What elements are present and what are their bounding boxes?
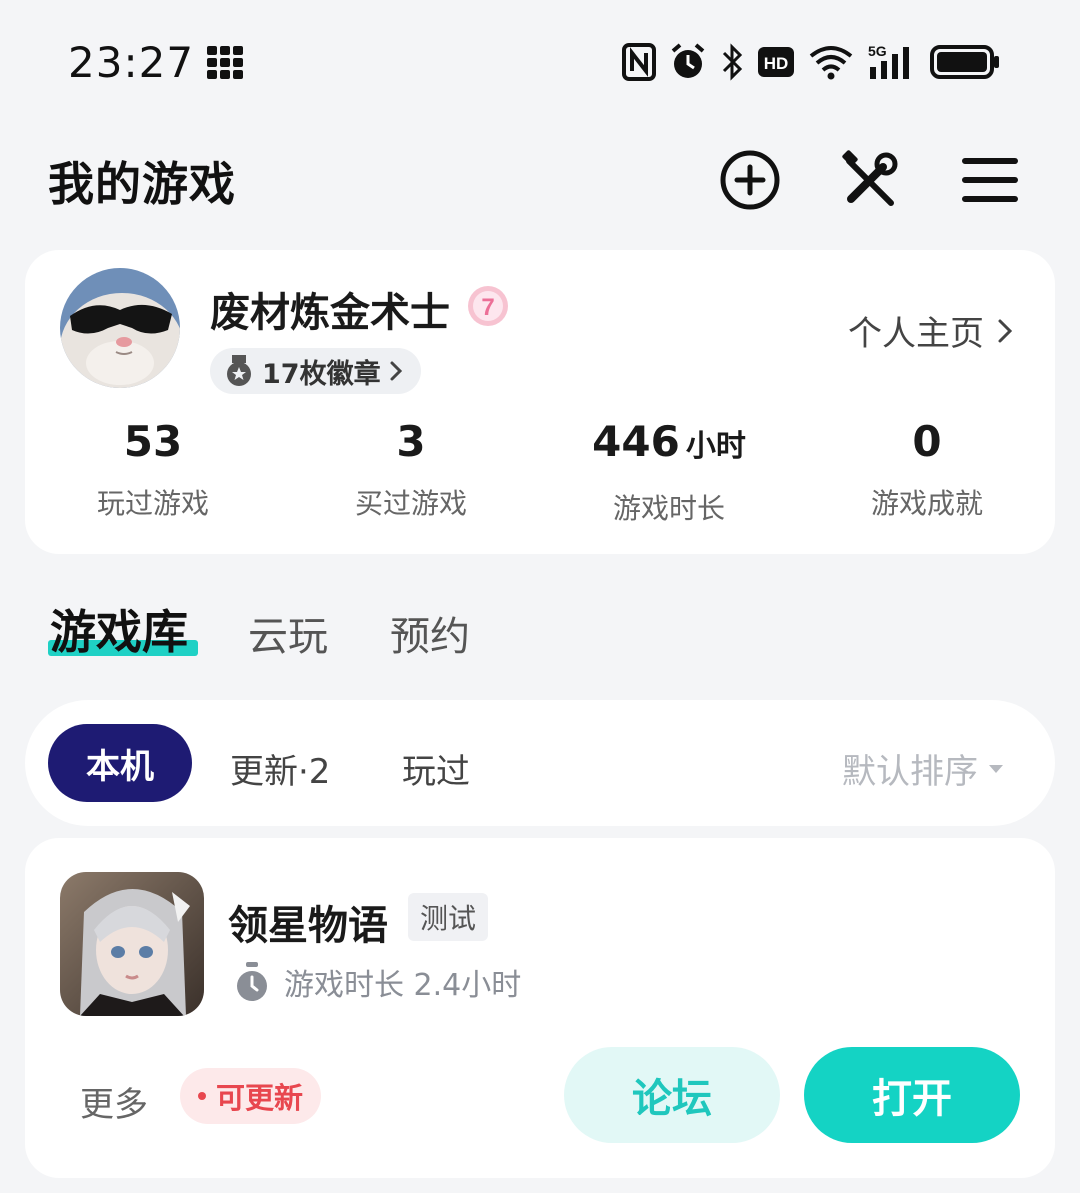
level-badge-icon: 7 <box>466 284 510 328</box>
homepage-link[interactable]: 个人主页 <box>848 306 1014 355</box>
stat-label: 买过游戏 <box>354 487 467 520</box>
wifi-icon <box>808 44 854 80</box>
apps-grid-icon <box>207 46 243 79</box>
stat-label: 玩过游戏 <box>96 487 209 520</box>
caret-down-icon <box>988 763 1004 775</box>
chevron-right-icon <box>389 360 403 382</box>
badges-count: 17枚徽章 <box>262 358 381 390</box>
more-button[interactable]: 更多 <box>80 1077 148 1126</box>
signal-5g-icon: 5G <box>868 43 916 81</box>
username: 废材炼金术士 <box>210 290 450 336</box>
filter-chip-played[interactable]: 玩过 <box>402 744 470 793</box>
stat-label: 游戏成就 <box>870 487 983 520</box>
svg-text:5G: 5G <box>868 43 887 59</box>
stat-achievements[interactable]: 0 游戏成就 <box>802 418 1052 522</box>
stat-value: 446 <box>592 417 680 466</box>
update-dot <box>198 1092 206 1100</box>
filter-chip-local[interactable]: 本机 <box>48 724 192 802</box>
sort-dropdown[interactable]: 默认排序 <box>842 744 1004 793</box>
battery-icon <box>930 45 1000 79</box>
tab-cloud-play[interactable]: 云玩 <box>248 604 328 662</box>
open-button[interactable]: 打开 <box>804 1047 1020 1143</box>
stat-value: 3 <box>396 417 426 466</box>
stat-value: 0 <box>912 417 942 466</box>
playtime-text: 游戏时长 2.4小时 <box>284 968 522 1003</box>
hd-icon: HD <box>758 47 794 77</box>
game-playtime: 游戏时长 2.4小时 <box>234 960 521 1004</box>
svg-text:HD: HD <box>764 54 789 73</box>
add-circle-icon[interactable] <box>718 148 782 212</box>
stat-unit: 小时 <box>685 429 746 464</box>
game-icon[interactable] <box>60 872 204 1016</box>
avatar[interactable] <box>60 268 180 388</box>
homepage-link-label: 个人主页 <box>848 314 984 354</box>
alarm-icon <box>670 43 706 81</box>
sort-label: 默认排序 <box>842 752 978 792</box>
tab-reservations[interactable]: 预约 <box>390 604 470 662</box>
stat-played[interactable]: 53 玩过游戏 <box>28 418 278 522</box>
page-title: 我的游戏 <box>48 157 236 211</box>
stat-playtime[interactable]: 446 小时 游戏时长 <box>544 418 794 527</box>
nfc-icon <box>622 43 656 81</box>
bluetooth-icon <box>720 43 744 81</box>
stat-bought[interactable]: 3 买过游戏 <box>286 418 536 522</box>
stat-label: 游戏时长 <box>612 492 725 525</box>
menu-icon[interactable] <box>958 148 1022 212</box>
forum-button[interactable]: 论坛 <box>564 1047 780 1143</box>
chevron-right-icon <box>996 317 1014 345</box>
stopwatch-icon <box>234 962 270 1002</box>
status-time: 23:27 <box>68 38 195 87</box>
stat-value: 53 <box>123 417 183 466</box>
tab-library[interactable]: 游戏库 <box>50 596 188 662</box>
badges-pill[interactable]: 17枚徽章 <box>210 348 421 394</box>
filter-chip-updates[interactable]: 更新·2 <box>230 744 330 793</box>
tools-icon[interactable] <box>838 148 902 212</box>
game-tag: 测试 <box>408 893 489 941</box>
svg-text:7: 7 <box>481 294 494 321</box>
update-badge[interactable]: 可更新 <box>180 1068 322 1124</box>
medal-icon <box>224 355 254 387</box>
game-title[interactable]: 领星物语 <box>228 893 388 951</box>
status-icons: HD 5G <box>622 40 1000 84</box>
update-label: 可更新 <box>216 1081 304 1115</box>
